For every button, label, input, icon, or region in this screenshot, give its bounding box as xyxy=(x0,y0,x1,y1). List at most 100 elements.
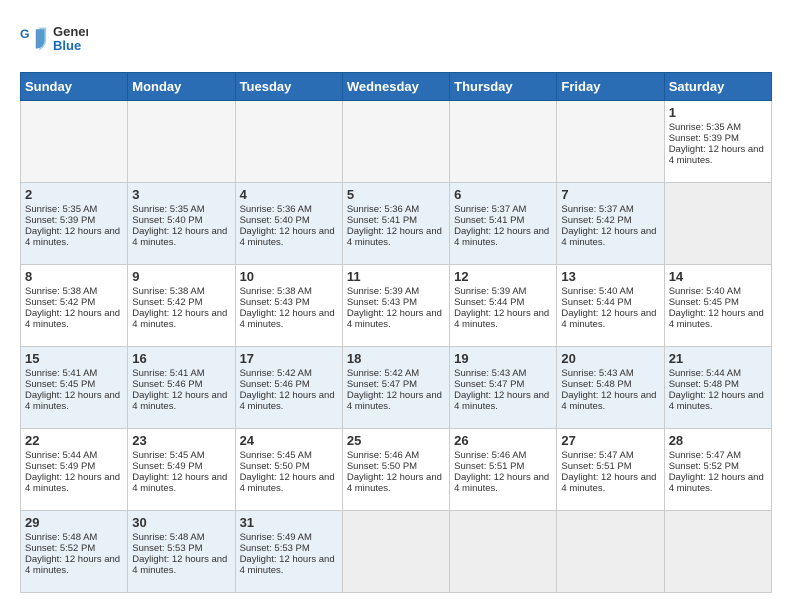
calendar-cell: 18 Sunrise: 5:42 AM Sunset: 5:47 PM Dayl… xyxy=(342,347,449,429)
calendar-cell: 16 Sunrise: 5:41 AM Sunset: 5:46 PM Dayl… xyxy=(128,347,235,429)
day-number: 26 xyxy=(454,433,552,448)
calendar-cell: 25 Sunrise: 5:46 AM Sunset: 5:50 PM Dayl… xyxy=(342,429,449,511)
col-header-saturday: Saturday xyxy=(664,73,771,101)
sunrise-label: Sunrise: 5:37 AM xyxy=(454,204,526,215)
sunrise-label: Sunrise: 5:47 AM xyxy=(669,450,741,461)
daylight-label: Daylight: 12 hours and 4 minutes. xyxy=(561,472,656,494)
day-number: 4 xyxy=(240,187,338,202)
calendar-cell: 27 Sunrise: 5:47 AM Sunset: 5:51 PM Dayl… xyxy=(557,429,664,511)
daylight-label: Daylight: 12 hours and 4 minutes. xyxy=(561,308,656,330)
week-row: 29 Sunrise: 5:48 AM Sunset: 5:52 PM Dayl… xyxy=(21,511,772,593)
day-number: 29 xyxy=(25,515,123,530)
calendar-cell: 2 Sunrise: 5:35 AM Sunset: 5:39 PM Dayli… xyxy=(21,183,128,265)
logo-text-block: General Blue xyxy=(52,20,88,56)
day-number: 16 xyxy=(132,351,230,366)
day-number: 22 xyxy=(25,433,123,448)
day-number: 20 xyxy=(561,351,659,366)
day-number: 12 xyxy=(454,269,552,284)
sunset-label: Sunset: 5:42 PM xyxy=(132,297,202,308)
sunrise-label: Sunrise: 5:42 AM xyxy=(347,368,419,379)
sunrise-label: Sunrise: 5:37 AM xyxy=(561,204,633,215)
sunset-label: Sunset: 5:39 PM xyxy=(669,133,739,144)
sunrise-label: Sunrise: 5:35 AM xyxy=(669,122,741,133)
daylight-label: Daylight: 12 hours and 4 minutes. xyxy=(347,308,442,330)
calendar-cell: 11 Sunrise: 5:39 AM Sunset: 5:43 PM Dayl… xyxy=(342,265,449,347)
sunset-label: Sunset: 5:44 PM xyxy=(454,297,524,308)
sunset-label: Sunset: 5:46 PM xyxy=(132,379,202,390)
daylight-label: Daylight: 12 hours and 4 minutes. xyxy=(25,308,120,330)
calendar-cell: 17 Sunrise: 5:42 AM Sunset: 5:46 PM Dayl… xyxy=(235,347,342,429)
calendar-cell: 7 Sunrise: 5:37 AM Sunset: 5:42 PM Dayli… xyxy=(557,183,664,265)
calendar-cell: 19 Sunrise: 5:43 AM Sunset: 5:47 PM Dayl… xyxy=(450,347,557,429)
calendar-table: SundayMondayTuesdayWednesdayThursdayFrid… xyxy=(20,72,772,593)
svg-text:G: G xyxy=(20,27,30,41)
calendar-cell: 5 Sunrise: 5:36 AM Sunset: 5:41 PM Dayli… xyxy=(342,183,449,265)
day-number: 9 xyxy=(132,269,230,284)
sunset-label: Sunset: 5:47 PM xyxy=(347,379,417,390)
daylight-label: Daylight: 12 hours and 4 minutes. xyxy=(132,554,227,576)
day-number: 7 xyxy=(561,187,659,202)
sunrise-label: Sunrise: 5:44 AM xyxy=(669,368,741,379)
daylight-label: Daylight: 12 hours and 4 minutes. xyxy=(669,308,764,330)
svg-text:General: General xyxy=(53,24,88,39)
daylight-label: Daylight: 12 hours and 4 minutes. xyxy=(669,390,764,412)
sunset-label: Sunset: 5:52 PM xyxy=(25,543,95,554)
sunrise-label: Sunrise: 5:46 AM xyxy=(454,450,526,461)
calendar-cell xyxy=(664,511,771,593)
sunrise-label: Sunrise: 5:41 AM xyxy=(132,368,204,379)
sunrise-label: Sunrise: 5:42 AM xyxy=(240,368,312,379)
daylight-label: Daylight: 12 hours and 4 minutes. xyxy=(132,390,227,412)
calendar-cell: 15 Sunrise: 5:41 AM Sunset: 5:45 PM Dayl… xyxy=(21,347,128,429)
col-header-tuesday: Tuesday xyxy=(235,73,342,101)
sunrise-label: Sunrise: 5:48 AM xyxy=(132,532,204,543)
sunrise-label: Sunrise: 5:45 AM xyxy=(132,450,204,461)
daylight-label: Daylight: 12 hours and 4 minutes. xyxy=(347,472,442,494)
sunset-label: Sunset: 5:53 PM xyxy=(240,543,310,554)
sunrise-label: Sunrise: 5:44 AM xyxy=(25,450,97,461)
sunset-label: Sunset: 5:45 PM xyxy=(669,297,739,308)
daylight-label: Daylight: 12 hours and 4 minutes. xyxy=(240,554,335,576)
day-number: 18 xyxy=(347,351,445,366)
calendar-cell xyxy=(342,511,449,593)
day-number: 23 xyxy=(132,433,230,448)
sunset-label: Sunset: 5:47 PM xyxy=(454,379,524,390)
sunrise-label: Sunrise: 5:47 AM xyxy=(561,450,633,461)
calendar-cell: 23 Sunrise: 5:45 AM Sunset: 5:49 PM Dayl… xyxy=(128,429,235,511)
sunrise-label: Sunrise: 5:35 AM xyxy=(132,204,204,215)
daylight-label: Daylight: 12 hours and 4 minutes. xyxy=(561,226,656,248)
sunset-label: Sunset: 5:40 PM xyxy=(132,215,202,226)
logo: G General Blue xyxy=(20,20,88,56)
calendar-cell: 21 Sunrise: 5:44 AM Sunset: 5:48 PM Dayl… xyxy=(664,347,771,429)
calendar-cell: 28 Sunrise: 5:47 AM Sunset: 5:52 PM Dayl… xyxy=(664,429,771,511)
calendar-cell: 6 Sunrise: 5:37 AM Sunset: 5:41 PM Dayli… xyxy=(450,183,557,265)
daylight-label: Daylight: 12 hours and 4 minutes. xyxy=(561,390,656,412)
page-header: G General Blue xyxy=(20,20,772,56)
sunset-label: Sunset: 5:42 PM xyxy=(25,297,95,308)
sunrise-label: Sunrise: 5:38 AM xyxy=(25,286,97,297)
daylight-label: Daylight: 12 hours and 4 minutes. xyxy=(240,308,335,330)
week-row: 2 Sunrise: 5:35 AM Sunset: 5:39 PM Dayli… xyxy=(21,183,772,265)
calendar-cell: 26 Sunrise: 5:46 AM Sunset: 5:51 PM Dayl… xyxy=(450,429,557,511)
day-number: 1 xyxy=(669,105,767,120)
sunset-label: Sunset: 5:48 PM xyxy=(669,379,739,390)
daylight-label: Daylight: 12 hours and 4 minutes. xyxy=(25,554,120,576)
calendar-cell: 29 Sunrise: 5:48 AM Sunset: 5:52 PM Dayl… xyxy=(21,511,128,593)
daylight-label: Daylight: 12 hours and 4 minutes. xyxy=(240,226,335,248)
sunrise-label: Sunrise: 5:48 AM xyxy=(25,532,97,543)
day-number: 31 xyxy=(240,515,338,530)
col-header-friday: Friday xyxy=(557,73,664,101)
calendar-cell: 4 Sunrise: 5:36 AM Sunset: 5:40 PM Dayli… xyxy=(235,183,342,265)
sunset-label: Sunset: 5:52 PM xyxy=(669,461,739,472)
col-header-wednesday: Wednesday xyxy=(342,73,449,101)
day-number: 5 xyxy=(347,187,445,202)
header-row: SundayMondayTuesdayWednesdayThursdayFrid… xyxy=(21,73,772,101)
sunrise-label: Sunrise: 5:38 AM xyxy=(240,286,312,297)
daylight-label: Daylight: 12 hours and 4 minutes. xyxy=(347,226,442,248)
sunrise-label: Sunrise: 5:40 AM xyxy=(561,286,633,297)
calendar-cell: 20 Sunrise: 5:43 AM Sunset: 5:48 PM Dayl… xyxy=(557,347,664,429)
daylight-label: Daylight: 12 hours and 4 minutes. xyxy=(669,144,764,166)
daylight-label: Daylight: 12 hours and 4 minutes. xyxy=(347,390,442,412)
sunrise-label: Sunrise: 5:39 AM xyxy=(454,286,526,297)
calendar-cell: 31 Sunrise: 5:49 AM Sunset: 5:53 PM Dayl… xyxy=(235,511,342,593)
sunrise-label: Sunrise: 5:43 AM xyxy=(454,368,526,379)
